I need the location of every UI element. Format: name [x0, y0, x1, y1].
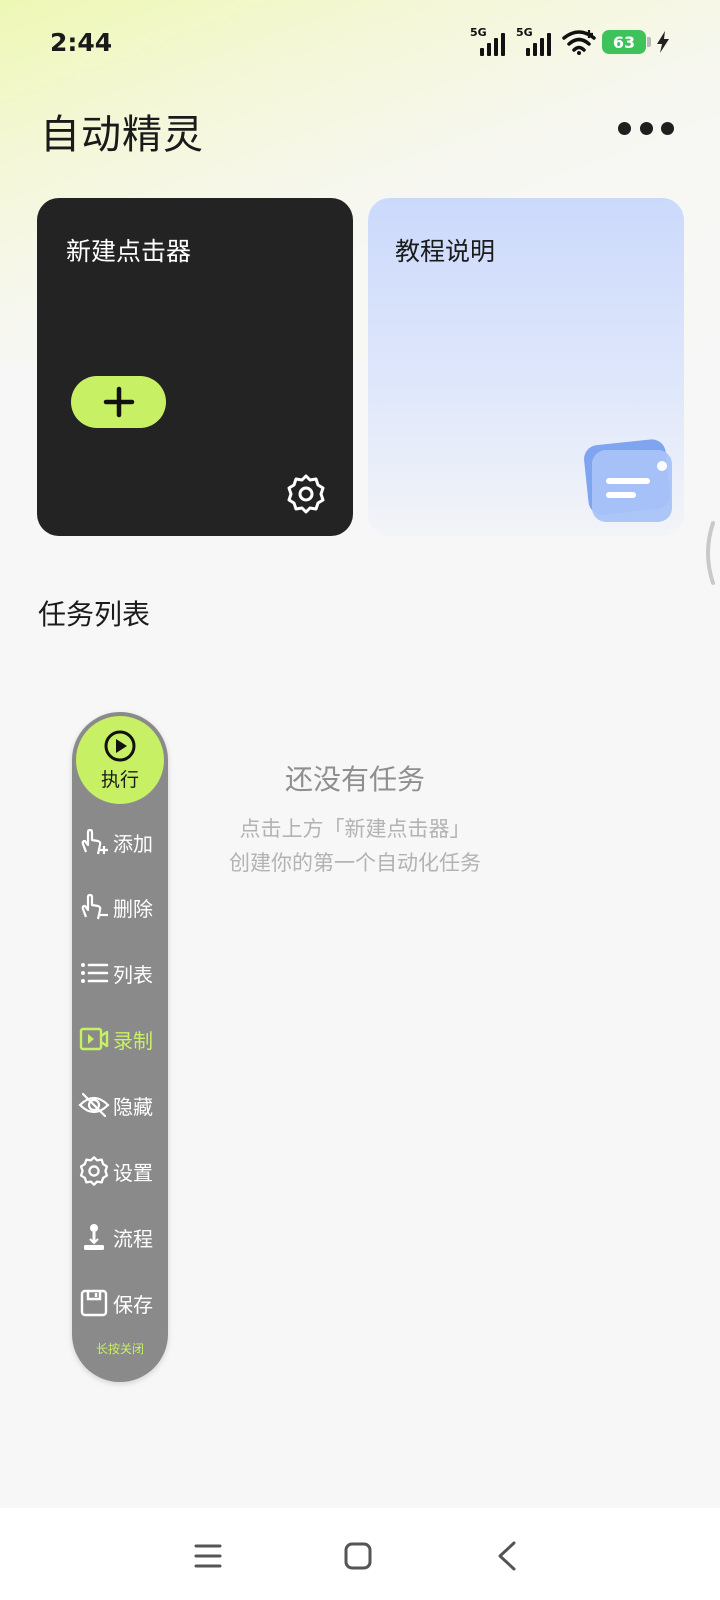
more-dot-icon [639, 121, 653, 135]
panel-list-label: 列表 [113, 962, 153, 987]
panel-add-label: 添加 [113, 831, 153, 856]
task-list-title: 任务列表 [38, 598, 151, 631]
save-icon [80, 1289, 108, 1317]
charging-icon [657, 31, 669, 53]
panel-hide-label: 隐藏 [113, 1094, 153, 1119]
execute-button[interactable]: 执行 [76, 716, 164, 804]
tutorial-card[interactable]: 教程说明 [368, 198, 684, 536]
panel-settings-button[interactable]: 设置 [78, 1151, 164, 1191]
panel-delete-button[interactable]: 删除 [78, 887, 164, 927]
wifi-icon [562, 30, 596, 55]
status-time: 2:44 [50, 28, 113, 57]
status-bar: 2:44 5G 5G 63 [0, 0, 720, 86]
panel-save-label: 保存 [113, 1292, 153, 1317]
panel-delete-label: 删除 [113, 896, 153, 921]
play-icon [104, 730, 136, 761]
empty-state-title: 还没有任务 [284, 763, 425, 796]
back-icon[interactable] [488, 1536, 528, 1576]
long-press-close-hint: 长按关闭 [95, 1342, 144, 1356]
panel-list-button[interactable]: 列表 [78, 953, 164, 993]
signal-icon: 5G [470, 26, 510, 56]
new-clicker-title: 新建点击器 [66, 237, 192, 266]
app-title: 自动精灵 [40, 112, 204, 158]
edge-handle-icon[interactable] [700, 520, 716, 586]
status-icons: 5G 5G 63 [470, 26, 670, 56]
gear-icon [79, 1156, 109, 1186]
tap-add-icon [81, 828, 108, 855]
list-icon [81, 963, 109, 983]
panel-record-button[interactable]: 录制 [78, 1019, 164, 1059]
panel-settings-label: 设置 [113, 1160, 153, 1185]
battery-icon: 63 [602, 30, 651, 54]
tutorial-title: 教程说明 [395, 237, 496, 266]
panel-flow-label: 流程 [113, 1226, 153, 1251]
tap-remove-icon [81, 893, 108, 920]
menu-icon[interactable] [188, 1536, 228, 1576]
panel-add-button[interactable]: 添加 [78, 822, 164, 862]
record-icon [79, 1027, 109, 1051]
panel-flow-button[interactable]: 流程 [78, 1217, 164, 1257]
home-icon[interactable] [338, 1536, 378, 1576]
new-clicker-card[interactable]: 新建点击器 [37, 198, 353, 536]
floating-control-panel[interactable]: 执行 添加 删除 列表 录制 隐藏 设置 流程 保存 长按关闭 [72, 712, 168, 1382]
flow-icon [84, 1224, 104, 1250]
panel-record-label: 录制 [113, 1028, 153, 1053]
empty-state-hint: 点击上方「新建点击器」 创建你的第一个自动化任务 [200, 812, 510, 880]
signal-icon: 5G [516, 26, 556, 56]
document-icon [584, 439, 672, 522]
panel-hide-button[interactable]: 隐藏 [78, 1085, 164, 1125]
panel-save-button[interactable]: 保存 [78, 1283, 164, 1323]
eye-off-icon [78, 1092, 110, 1118]
empty-hint-line: 点击上方「新建点击器」 [239, 817, 471, 841]
execute-label: 执行 [100, 768, 139, 791]
system-nav-bar [0, 1508, 720, 1600]
more-options-button[interactable] [618, 116, 674, 140]
plus-icon [103, 386, 134, 418]
more-dot-icon [661, 121, 674, 135]
card-settings-icon[interactable] [285, 473, 327, 515]
empty-hint-line: 创建你的第一个自动化任务 [229, 851, 481, 875]
add-clicker-button[interactable] [71, 376, 166, 428]
more-dot-icon [618, 121, 631, 135]
